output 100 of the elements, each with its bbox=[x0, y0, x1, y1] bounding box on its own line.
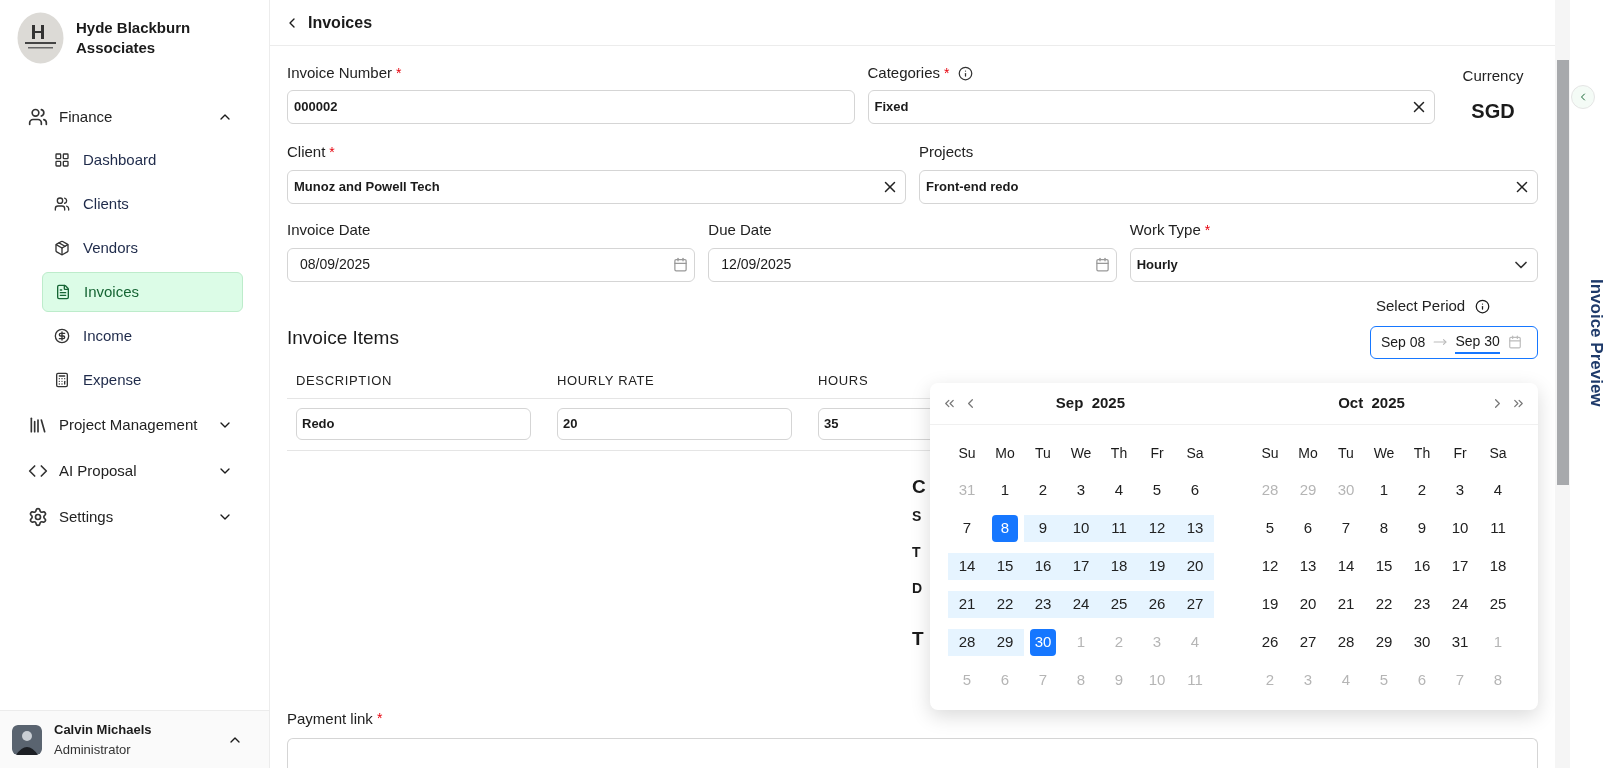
nav-item[interactable]: Vendors bbox=[42, 228, 243, 268]
calendar-day[interactable]: 24 bbox=[1441, 590, 1479, 618]
panel-title[interactable]: Invoice Preview bbox=[1583, 279, 1610, 407]
column-header: HOURS bbox=[817, 372, 870, 391]
calendar-day[interactable]: 21 bbox=[948, 590, 986, 618]
calendar-day[interactable]: 28 bbox=[948, 628, 986, 656]
calendar-day[interactable]: 28 bbox=[1327, 628, 1365, 656]
calendar-day[interactable]: 5 bbox=[1251, 514, 1289, 542]
dollar-icon bbox=[54, 328, 70, 344]
calendar-day[interactable]: 9 bbox=[1403, 514, 1441, 542]
calendar-day[interactable]: 13 bbox=[1289, 552, 1327, 580]
info-icon[interactable] bbox=[1475, 299, 1491, 314]
calendar-day[interactable]: 20 bbox=[1176, 552, 1214, 580]
calculator-icon bbox=[54, 372, 70, 388]
calendar-day[interactable]: 19 bbox=[1251, 590, 1289, 618]
nav-group[interactable]: AI Proposal bbox=[0, 448, 269, 494]
calendar-day[interactable]: 4 bbox=[1100, 476, 1138, 504]
currency-value: SGD bbox=[1471, 98, 1515, 124]
calendar-day[interactable]: 23 bbox=[1403, 590, 1441, 618]
input-field[interactable]: Front-end redo bbox=[919, 169, 1538, 204]
info-icon[interactable] bbox=[957, 65, 973, 81]
calendar-day[interactable]: 2 bbox=[1024, 476, 1062, 504]
summary-label: T bbox=[912, 542, 921, 561]
calendar-day[interactable]: 1 bbox=[986, 476, 1024, 504]
input-field[interactable] bbox=[287, 738, 1538, 768]
calendar-day[interactable]: 13 bbox=[1176, 514, 1214, 542]
calendar-icon bbox=[1094, 257, 1110, 272]
calendar-day[interactable]: 25 bbox=[1100, 590, 1138, 618]
calendar-day[interactable]: 12 bbox=[1251, 552, 1289, 580]
calendar-day[interactable]: 22 bbox=[986, 590, 1024, 618]
date-field[interactable]: 08/09/2025 bbox=[287, 247, 696, 282]
calendar-day[interactable]: 6 bbox=[1176, 476, 1214, 504]
calendar-day[interactable]: 1 bbox=[1365, 476, 1403, 504]
calendar-day[interactable]: 27 bbox=[1176, 590, 1214, 618]
calendar-day[interactable]: 30 bbox=[1403, 628, 1441, 656]
nav-item[interactable]: Income bbox=[42, 316, 243, 356]
input-field[interactable]: 20 bbox=[557, 408, 792, 440]
calendar-day[interactable]: 12 bbox=[1138, 514, 1176, 542]
nav-group[interactable]: Settings bbox=[0, 494, 269, 540]
date-range-field[interactable]: Sep 08 Sep 30 bbox=[1370, 325, 1538, 359]
nav-item[interactable]: Expense bbox=[42, 360, 243, 400]
calendar-day[interactable]: 24 bbox=[1062, 590, 1100, 618]
weekday-label: Su bbox=[957, 443, 977, 463]
input-field[interactable]: Fixed bbox=[867, 90, 1435, 124]
scrollbar[interactable] bbox=[1555, 0, 1570, 768]
calendar-day[interactable]: 10 bbox=[1062, 514, 1100, 542]
calendar-day[interactable]: 17 bbox=[1441, 552, 1479, 580]
calendar-day[interactable]: 14 bbox=[1327, 552, 1365, 580]
calendar-day[interactable]: 26 bbox=[1138, 590, 1176, 618]
calendar-day[interactable]: 25 bbox=[1479, 590, 1517, 618]
nav-group[interactable]: Finance bbox=[0, 94, 269, 140]
calendar-day[interactable]: 4 bbox=[1479, 476, 1517, 504]
calendar-day[interactable]: 16 bbox=[1403, 552, 1441, 580]
calendar-day[interactable]: 22 bbox=[1365, 590, 1403, 618]
user-role: Administrator bbox=[54, 740, 132, 759]
grid-icon bbox=[54, 152, 70, 168]
weekday-label: Th bbox=[1412, 443, 1432, 463]
nav-item[interactable]: Clients bbox=[42, 184, 243, 224]
calendar-day[interactable]: 14 bbox=[948, 552, 986, 580]
calendar-day[interactable]: 29 bbox=[1365, 628, 1403, 656]
calendar-day[interactable]: 18 bbox=[1100, 552, 1138, 580]
calendar-day[interactable]: 11 bbox=[1479, 514, 1517, 542]
input-field[interactable]: Redo bbox=[296, 408, 531, 440]
calendar-day[interactable]: 15 bbox=[986, 552, 1024, 580]
select-field[interactable]: Hourly bbox=[1129, 247, 1538, 282]
calendar-day[interactable]: 8 bbox=[1365, 514, 1403, 542]
calendar-day[interactable]: 2 bbox=[1403, 476, 1441, 504]
calendar-day[interactable]: 29 bbox=[986, 628, 1024, 656]
calendar-day[interactable]: 3 bbox=[1441, 476, 1479, 504]
calendar-day[interactable]: 18 bbox=[1479, 552, 1517, 580]
calendar-day[interactable]: 9 bbox=[1024, 514, 1062, 542]
weekday-label: Sa bbox=[1488, 443, 1508, 463]
calendar-day[interactable]: 6 bbox=[1289, 514, 1327, 542]
calendar-day[interactable]: 3 bbox=[1062, 476, 1100, 504]
company-name: Hyde Blackburn Associates bbox=[76, 18, 192, 58]
user-footer[interactable]: Calvin Michaels Administrator bbox=[0, 710, 269, 768]
nav-item[interactable]: Invoices bbox=[42, 272, 243, 312]
calendar-day[interactable]: 10 bbox=[1441, 514, 1479, 542]
calendar-day[interactable]: 17 bbox=[1062, 552, 1100, 580]
calendar-day[interactable]: 26 bbox=[1251, 628, 1289, 656]
calendar-day[interactable]: 11 bbox=[1100, 514, 1138, 542]
calendar-day[interactable]: 16 bbox=[1024, 552, 1062, 580]
calendar-day[interactable]: 7 bbox=[1327, 514, 1365, 542]
input-field[interactable]: 000002 bbox=[287, 90, 855, 124]
calendar-day[interactable]: 19 bbox=[1138, 552, 1176, 580]
calendar-day[interactable]: 21 bbox=[1327, 590, 1365, 618]
input-field[interactable]: Munoz and Powell Tech bbox=[287, 169, 906, 204]
calendar-day[interactable]: 31 bbox=[1441, 628, 1479, 656]
required-mark: * bbox=[376, 709, 383, 729]
weekday-label: Su bbox=[1260, 443, 1280, 463]
calendar-day[interactable]: 27 bbox=[1289, 628, 1327, 656]
calendar-day[interactable]: 15 bbox=[1365, 552, 1403, 580]
nav-item[interactable]: Dashboard bbox=[42, 140, 243, 180]
calendar-day[interactable]: 20 bbox=[1289, 590, 1327, 618]
date-field[interactable]: 12/09/2025 bbox=[708, 247, 1117, 282]
calendar-day[interactable]: 7 bbox=[948, 514, 986, 542]
nav-group[interactable]: Project Management bbox=[0, 402, 269, 448]
required-mark: * bbox=[944, 63, 950, 83]
calendar-day[interactable]: 5 bbox=[1138, 476, 1176, 504]
calendar-day[interactable]: 23 bbox=[1024, 590, 1062, 618]
